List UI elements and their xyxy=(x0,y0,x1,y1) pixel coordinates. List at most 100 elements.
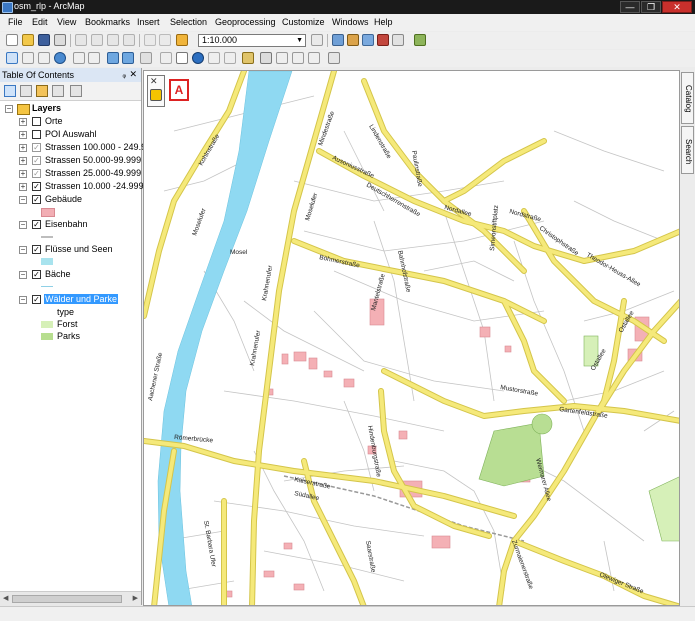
menu-bookmarks[interactable]: Bookmarks xyxy=(85,17,130,27)
menu-insert[interactable]: Insert xyxy=(137,17,160,27)
menu-file[interactable]: File xyxy=(8,17,23,27)
menu-view[interactable]: View xyxy=(57,17,76,27)
layer-checkbox[interactable]: ✓ xyxy=(32,169,41,178)
back-arrow-icon[interactable] xyxy=(107,52,119,64)
add-data-icon[interactable] xyxy=(176,34,188,46)
menu-geoprocessing[interactable]: Geoprocessing xyxy=(215,17,276,27)
menu-selection[interactable]: Selection xyxy=(170,17,207,27)
create-viewer-window-icon[interactable] xyxy=(328,52,340,64)
maximize-button[interactable]: ❐ xyxy=(641,1,661,13)
layer-checkbox[interactable]: ✓ xyxy=(32,245,41,254)
minimize-button[interactable]: — xyxy=(620,1,640,13)
collapse-icon[interactable]: − xyxy=(19,221,27,229)
expand-icon[interactable]: + xyxy=(19,157,27,165)
undo-icon[interactable] xyxy=(144,34,156,46)
clear-selection-icon[interactable] xyxy=(160,52,172,64)
list-by-selection-icon[interactable] xyxy=(52,85,64,97)
layer-checkbox[interactable]: ✓ xyxy=(32,270,41,279)
save-icon[interactable] xyxy=(38,34,50,46)
redo-icon[interactable] xyxy=(159,34,171,46)
list-by-drawing-order-icon[interactable] xyxy=(4,85,16,97)
layers-root[interactable]: − Layers xyxy=(0,103,140,115)
layer-checkbox[interactable]: ✓ xyxy=(32,182,41,191)
layer-checkbox[interactable]: ✓ xyxy=(32,295,41,304)
layer-checkbox[interactable]: ✓ xyxy=(32,143,41,152)
fixed-zoom-in-icon[interactable] xyxy=(73,52,85,64)
layer-checkbox[interactable]: ✓ xyxy=(32,195,41,204)
layer-checkbox[interactable] xyxy=(32,117,41,126)
go-to-xy-icon[interactable] xyxy=(292,52,304,64)
menu-customize[interactable]: Customize xyxy=(282,17,325,27)
menu-help[interactable]: Help xyxy=(374,17,393,27)
search-window-icon[interactable] xyxy=(362,34,374,46)
find-route-icon[interactable] xyxy=(276,52,288,64)
model-builder-icon[interactable] xyxy=(414,34,426,46)
pan-hand-icon[interactable] xyxy=(38,52,50,64)
select-features-icon[interactable] xyxy=(140,52,152,64)
print-icon[interactable] xyxy=(54,34,66,46)
map-scale-dropdown[interactable]: 1:10.000 ▼ xyxy=(198,34,306,47)
expand-icon[interactable]: + xyxy=(19,183,27,191)
floating-tool-window[interactable]: ✕ xyxy=(147,75,165,107)
scroll-left-icon[interactable]: ◀ xyxy=(3,594,8,602)
menu-edit[interactable]: Edit xyxy=(32,17,48,27)
zoom-in-icon[interactable] xyxy=(6,52,18,64)
layer-name: Strassen 50.000-99.999 xyxy=(45,155,142,165)
layer-name: Strassen 100.000 - 249.999 xyxy=(45,142,157,152)
catalog-icon[interactable] xyxy=(347,34,359,46)
hyperlink-icon[interactable] xyxy=(208,52,220,64)
list-by-visibility-icon[interactable] xyxy=(36,85,48,97)
expand-icon[interactable]: + xyxy=(19,131,27,139)
new-document-icon[interactable] xyxy=(6,34,18,46)
table-of-contents-icon[interactable] xyxy=(332,34,344,46)
toc-close-icon[interactable]: ✕ xyxy=(129,69,137,80)
measure-icon[interactable] xyxy=(242,52,254,64)
python-window-icon[interactable] xyxy=(392,34,404,46)
collapse-icon[interactable]: − xyxy=(19,271,27,279)
collapse-icon[interactable]: − xyxy=(19,246,27,254)
paste-icon[interactable] xyxy=(107,34,119,46)
expand-icon[interactable]: + xyxy=(19,118,27,126)
delete-icon[interactable] xyxy=(123,34,135,46)
zoom-out-icon[interactable] xyxy=(22,52,34,64)
layer-checkbox[interactable]: ✓ xyxy=(32,156,41,165)
toc-horizontal-scrollbar[interactable]: ◀ ▶ xyxy=(0,591,141,606)
close-button[interactable]: ✕ xyxy=(662,1,692,13)
layer-checkbox[interactable] xyxy=(32,130,41,139)
pin-icon[interactable]: ᵩ xyxy=(122,70,126,79)
toc-options-icon[interactable] xyxy=(70,85,82,97)
identify-icon[interactable] xyxy=(192,52,204,64)
collapse-icon[interactable]: − xyxy=(5,105,13,113)
layer-name: Strassen 25.000-49.999 xyxy=(45,168,142,178)
road-label: Krahnenufer xyxy=(261,264,274,301)
gebaeude-symbol xyxy=(41,208,55,217)
layer-name-selected: Wälder und Parke xyxy=(44,294,119,304)
map-view[interactable]: Mosel Moselufer Kohlnstraße Moselufer Kr… xyxy=(143,70,680,606)
copy-icon[interactable] xyxy=(91,34,103,46)
arctoolbox-icon[interactable] xyxy=(377,34,389,46)
expand-icon[interactable]: + xyxy=(19,170,27,178)
close-icon[interactable]: ✕ xyxy=(150,76,158,87)
expand-icon[interactable]: + xyxy=(19,144,27,152)
scroll-right-icon[interactable]: ▶ xyxy=(133,594,138,602)
search-tab[interactable]: Search xyxy=(681,126,694,174)
pan-hand-icon[interactable] xyxy=(150,89,162,101)
fixed-zoom-out-icon[interactable] xyxy=(88,52,100,64)
html-popup-icon[interactable] xyxy=(224,52,236,64)
open-folder-icon[interactable] xyxy=(22,34,34,46)
forward-arrow-icon[interactable] xyxy=(122,52,134,64)
toc-header: Table Of Contents ᵩ ✕ xyxy=(0,68,141,83)
list-by-source-icon[interactable] xyxy=(20,85,32,97)
time-slider-icon[interactable] xyxy=(308,52,320,64)
editor-toolbar-icon[interactable] xyxy=(311,34,323,46)
catalog-tab[interactable]: Catalog xyxy=(681,72,694,124)
collapse-icon[interactable]: − xyxy=(19,296,27,304)
menu-windows[interactable]: Windows xyxy=(332,17,369,27)
collapse-icon[interactable]: − xyxy=(19,196,27,204)
select-elements-arrow-icon[interactable] xyxy=(176,52,188,64)
layer-checkbox[interactable]: ✓ xyxy=(32,220,41,229)
cut-icon[interactable] xyxy=(75,34,87,46)
find-binoculars-icon[interactable] xyxy=(260,52,272,64)
full-extent-icon[interactable] xyxy=(54,52,66,64)
scrollbar-thumb[interactable] xyxy=(12,595,122,603)
